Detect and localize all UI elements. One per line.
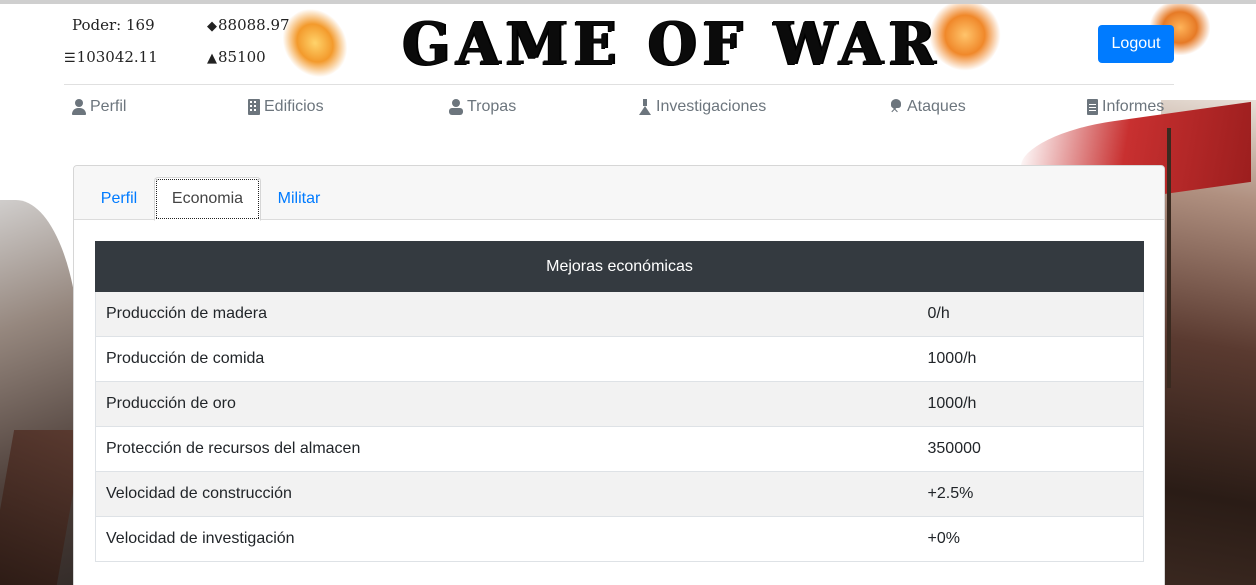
economic-upgrades-table: Mejoras económicas Producción de madera … xyxy=(95,241,1144,562)
row-label: Velocidad de investigación xyxy=(95,516,918,562)
gold-value: 103042.11 xyxy=(76,48,158,66)
tab-economia[interactable]: Economia xyxy=(154,177,261,221)
power-stat: Poder: 169 xyxy=(72,16,155,34)
row-value: 350000 xyxy=(917,426,1144,472)
row-label: Velocidad de construcción xyxy=(95,471,918,517)
row-value: +2.5% xyxy=(917,471,1144,517)
coins-icon: ☰ xyxy=(64,51,76,66)
table-row: Protección de recursos del almacen 35000… xyxy=(95,426,1144,472)
table-title: Mejoras económicas xyxy=(95,241,1144,292)
row-value: +0% xyxy=(917,516,1144,562)
flask-icon xyxy=(638,99,652,115)
nav-item-label: Tropas xyxy=(467,98,517,115)
top-border xyxy=(0,0,1256,4)
row-label: Producción de comida xyxy=(95,336,918,382)
row-label: Producción de madera xyxy=(95,291,918,337)
spear-artwork xyxy=(1167,128,1171,388)
nav-item-ataques[interactable]: Ataques xyxy=(889,98,966,116)
game-logo: GAME OF WAR xyxy=(402,9,941,79)
skull-crossbones-icon xyxy=(889,99,903,116)
troops-icon xyxy=(449,99,463,115)
row-value: 1000/h xyxy=(917,336,1144,382)
table-row: Velocidad de construcción +2.5% xyxy=(95,471,1144,517)
flame-decoration xyxy=(270,0,360,89)
nav-item-investigaciones[interactable]: Investigaciones xyxy=(638,98,766,116)
tab-militar[interactable]: Militar xyxy=(264,177,334,221)
food-stat: ◆88088.97 xyxy=(207,16,290,34)
card-tabs-header: Perfil Economia Militar xyxy=(74,166,1164,221)
nav-item-edificios[interactable]: Edificios xyxy=(248,98,324,116)
food-value: 88088.97 xyxy=(218,16,290,34)
wood-value: 85100 xyxy=(218,48,266,66)
tree-icon: ▲ xyxy=(207,51,217,66)
profile-card: Perfil Economia Militar Mejoras económic… xyxy=(73,165,1165,585)
file-icon xyxy=(1087,99,1098,115)
table-row: Producción de madera 0/h xyxy=(95,291,1144,337)
nav-item-perfil[interactable]: Perfil xyxy=(72,98,126,116)
wood-stat: ▲85100 xyxy=(207,48,266,66)
nav-item-label: Investigaciones xyxy=(656,98,767,115)
nav-item-tropas[interactable]: Tropas xyxy=(449,98,516,116)
nav-item-informes[interactable]: Informes xyxy=(1087,98,1164,116)
row-label: Protección de recursos del almacen xyxy=(95,426,918,472)
row-value: 1000/h xyxy=(917,381,1144,427)
fish-icon: ◆ xyxy=(207,19,217,34)
user-icon xyxy=(72,99,86,115)
row-value: 0/h xyxy=(917,291,1144,337)
nav-item-label: Ataques xyxy=(907,98,966,115)
main-navigation: Perfil Edificios Tropas Investigaciones … xyxy=(0,98,1256,122)
row-label: Producción de oro xyxy=(95,381,918,427)
table-row: Producción de comida 1000/h xyxy=(95,336,1144,382)
power-value: Poder: 169 xyxy=(72,16,155,34)
table-row: Producción de oro 1000/h xyxy=(95,381,1144,427)
tab-perfil[interactable]: Perfil xyxy=(90,177,148,221)
header-divider xyxy=(64,84,1174,85)
nav-item-label: Perfil xyxy=(90,98,127,115)
building-icon xyxy=(248,99,260,115)
logout-button[interactable]: Logout xyxy=(1098,25,1174,63)
nav-item-label: Informes xyxy=(1102,98,1165,115)
nav-item-label: Edificios xyxy=(264,98,324,115)
gold-stat: ☰103042.11 xyxy=(64,48,158,66)
table-row: Velocidad de investigación +0% xyxy=(95,516,1144,562)
